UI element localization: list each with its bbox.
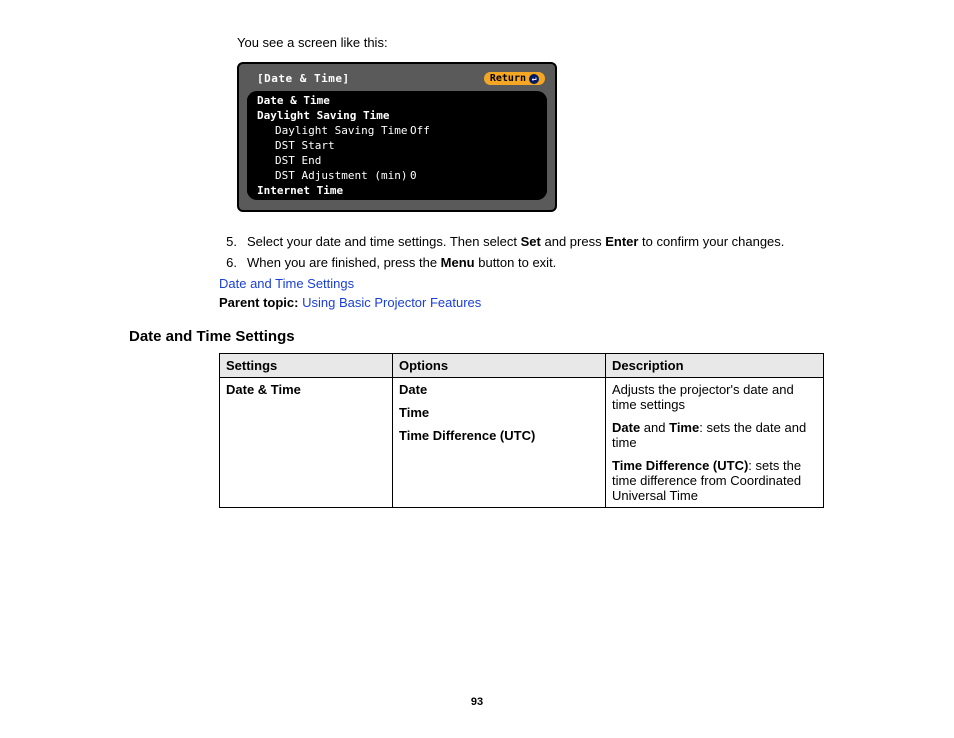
step-text-bold: Set	[521, 234, 541, 249]
th-options: Options	[393, 354, 606, 378]
parent-topic-label: Parent topic:	[219, 295, 298, 310]
th-description: Description	[606, 354, 824, 378]
step-text-part: to confirm your changes.	[638, 234, 784, 249]
return-button: Return ↵	[484, 72, 545, 85]
dst-end-label: DST End	[275, 154, 410, 167]
td-options: Date Time Time Difference (UTC)	[393, 378, 606, 508]
setting-name: Date & Time	[226, 382, 301, 397]
step-number: 5.	[219, 234, 237, 249]
return-icon: ↵	[529, 74, 539, 84]
table-header-row: Settings Options Description	[220, 354, 824, 378]
menu-item-dst-end: DST End	[247, 153, 547, 168]
desc-date-time: Date and Time: sets the date and time	[612, 420, 817, 450]
dst-adj-label: DST Adjustment (min)	[275, 169, 410, 182]
desc-text: and	[640, 420, 669, 435]
section-heading: Date and Time Settings	[129, 328, 829, 345]
menu-item-dst-start: DST Start	[247, 138, 547, 153]
step-5: 5. Select your date and time settings. T…	[219, 234, 829, 249]
option-utc: Time Difference (UTC)	[399, 428, 599, 443]
step-text: When you are finished, press the Menu bu…	[247, 255, 829, 270]
desc-general: Adjusts the projector's date and time se…	[612, 382, 817, 412]
step-text-part: When you are finished, press the	[247, 255, 441, 270]
page-number: 93	[0, 696, 954, 708]
dst-adj-value: 0	[410, 169, 417, 182]
desc-bold: Time	[669, 420, 699, 435]
step-number: 6.	[219, 255, 237, 270]
parent-topic-row: Parent topic: Using Basic Projector Feat…	[219, 295, 829, 310]
related-links: Date and Time Settings Parent topic: Usi…	[219, 276, 829, 310]
step-text-part: Select your date and time settings. Then…	[247, 234, 521, 249]
document-page: You see a screen like this: [Date & Time…	[0, 0, 954, 738]
desc-bold: Time Difference (UTC)	[612, 458, 748, 473]
step-text: Select your date and time settings. Then…	[247, 234, 829, 249]
step-6: 6. When you are finished, press the Menu…	[219, 255, 829, 270]
link-parent-topic[interactable]: Using Basic Projector Features	[302, 295, 481, 310]
menu-item-internet-time: Internet Time	[247, 183, 547, 198]
menu-header: [Date & Time] Return ↵	[245, 70, 549, 91]
projector-menu-screenshot: [Date & Time] Return ↵ Date & Time Dayli…	[237, 62, 557, 212]
td-description: Adjusts the projector's date and time se…	[606, 378, 824, 508]
instruction-steps: 5. Select your date and time settings. T…	[219, 234, 829, 270]
option-time: Time	[399, 405, 599, 420]
menu-item-dst-toggle: Daylight Saving Time Off	[247, 123, 547, 138]
step-text-part: button to exit.	[475, 255, 557, 270]
return-label: Return	[490, 73, 526, 84]
step-text-bold: Menu	[441, 255, 475, 270]
dst-toggle-label: Daylight Saving Time	[275, 124, 410, 137]
menu-title: [Date & Time]	[257, 72, 350, 85]
desc-utc: Time Difference (UTC): sets the time dif…	[612, 458, 817, 503]
intro-text: You see a screen like this:	[237, 35, 829, 50]
dst-toggle-value: Off	[410, 124, 430, 137]
table-row: Date & Time Date Time Time Difference (U…	[220, 378, 824, 508]
th-settings: Settings	[220, 354, 393, 378]
menu-block: Date & Time Daylight Saving Time Dayligh…	[247, 91, 547, 200]
menu-item-date-time: Date & Time	[247, 93, 547, 108]
menu-item-dst-section: Daylight Saving Time	[247, 108, 547, 123]
link-date-time-settings[interactable]: Date and Time Settings	[219, 276, 829, 291]
option-date: Date	[399, 382, 599, 397]
settings-table: Settings Options Description Date & Time…	[219, 353, 824, 508]
td-setting: Date & Time	[220, 378, 393, 508]
desc-bold: Date	[612, 420, 640, 435]
step-text-part: and press	[541, 234, 605, 249]
dst-start-label: DST Start	[275, 139, 410, 152]
step-text-bold: Enter	[605, 234, 638, 249]
menu-item-dst-adjustment: DST Adjustment (min) 0	[247, 168, 547, 183]
